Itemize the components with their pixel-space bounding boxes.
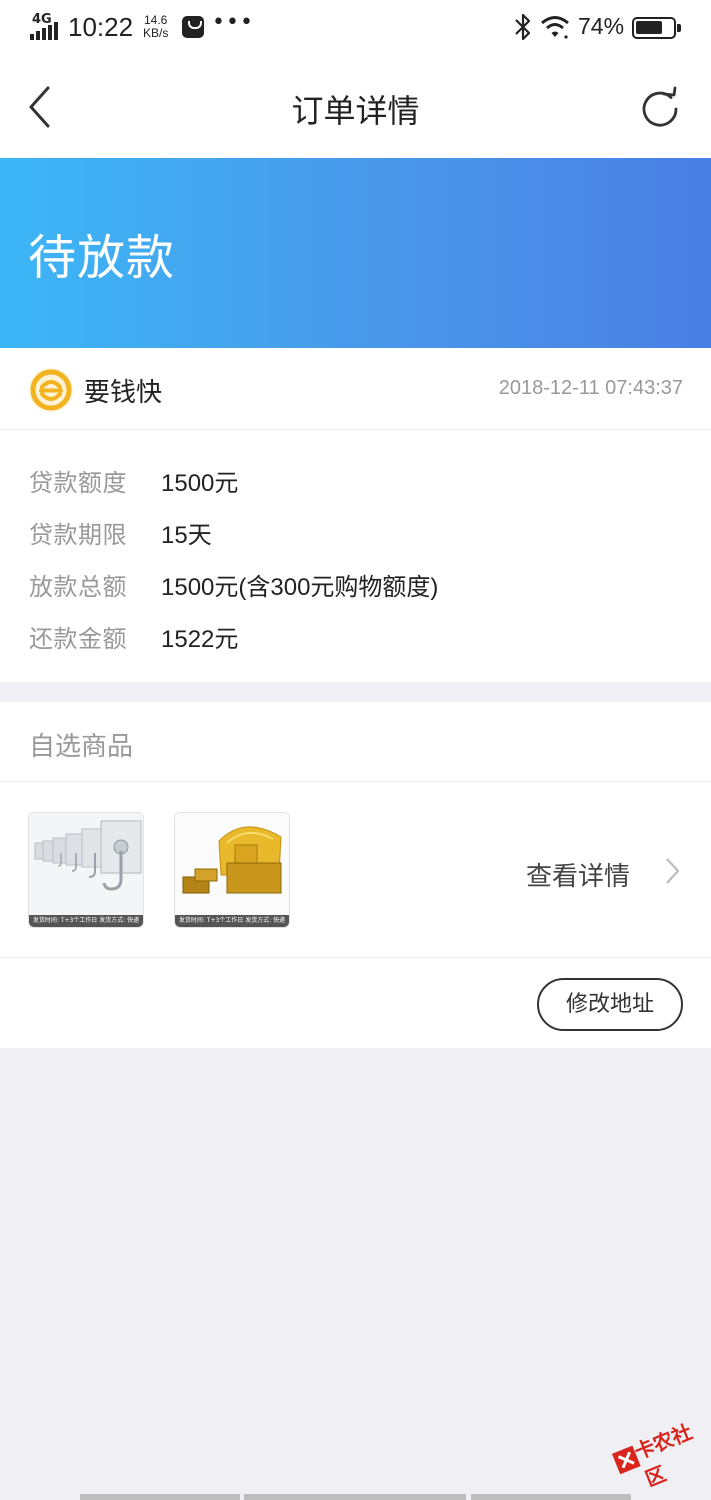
product-thumbnail-hooks[interactable]: 发货时间: T+3个工作日 发货方式: 快递 [28,812,144,928]
detail-value: 15天 [161,522,212,549]
detail-value: 1522元 [161,626,239,653]
wall-hooks-image [29,813,143,917]
selected-goods-card: 自选商品 发货时间: T+3个工作日 发货方式: 快递 发货时间: T+3个工作… [0,702,711,1048]
bluetooth-icon [515,13,531,41]
goods-header: 自选商品 [0,702,711,782]
order-status: 待放款 [28,230,176,286]
detail-value: 1500元 [161,470,239,497]
network-speed: 14.6 KB/s [143,14,168,40]
battery-percent: 74% [578,13,625,39]
modify-address-button[interactable]: 修改地址 [537,978,683,1031]
battery-level [636,21,662,34]
product-thumbnail-gold-cards[interactable]: 发货时间: T+3个工作日 发货方式: 快递 [174,812,290,928]
detail-row-disbursement-total: 放款总额 1500元(含300元购物额度) [0,555,711,607]
status-bar: 4G 10:22 14.6 KB/s ••• 74% [0,0,711,56]
action-row: 修改地址 [0,958,711,1048]
product-caption: 发货时间: T+3个工作日 发货方式: 快递 [29,915,143,927]
refresh-icon[interactable] [638,86,684,132]
network-speed-unit: KB/s [143,26,169,40]
goods-title: 自选商品 [29,732,134,762]
more-notifications-icon: ••• [212,10,254,35]
bottom-scrollbar [0,1494,711,1500]
detail-row-repayment-amount: 还款金额 1522元 [0,607,711,659]
page-title: 订单详情 [291,92,420,130]
order-time: 2018-12-11 07:43:37 [498,377,683,399]
detail-label: 贷款额度 [29,469,127,497]
goods-row[interactable]: 发货时间: T+3个工作日 发货方式: 快递 发货时间: T+3个工作日 发货方… [0,782,711,958]
order-info-card: 要钱快 2018-12-11 07:43:37 贷款额度 1500元 贷款期限 … [0,348,711,682]
status-time: 10:22 [68,12,134,42]
product-caption: 发货时间: T+3个工作日 发货方式: 快递 [175,915,289,927]
nav-bar: 订单详情 [0,56,711,158]
signal-icon: 4G [30,12,62,40]
chevron-right-icon [666,858,680,884]
battery-icon [632,17,681,39]
order-status-banner: 待放款 [0,158,711,348]
detail-label: 还款金额 [29,625,127,653]
detail-row-loan-amount: 贷款额度 1500元 [0,451,711,503]
merchant-row: 要钱快 2018-12-11 07:43:37 [0,348,711,430]
merchant-logo-icon [29,368,73,412]
merchant-name: 要钱快 [84,378,163,408]
wifi-icon [541,16,569,39]
detail-value: 1500元(含300元购物额度) [161,574,439,601]
view-details-link[interactable]: 查看详情 [526,856,630,893]
detail-row-loan-term: 贷款期限 15天 [0,503,711,555]
gold-playing-cards-image [175,813,289,917]
watermark-text: 卡农社区 [630,1419,696,1492]
detail-label: 贷款期限 [29,521,127,549]
watermark: 卡农社区 [599,1396,711,1495]
detail-label: 放款总额 [29,573,127,601]
shopping-bag-icon [182,16,204,38]
